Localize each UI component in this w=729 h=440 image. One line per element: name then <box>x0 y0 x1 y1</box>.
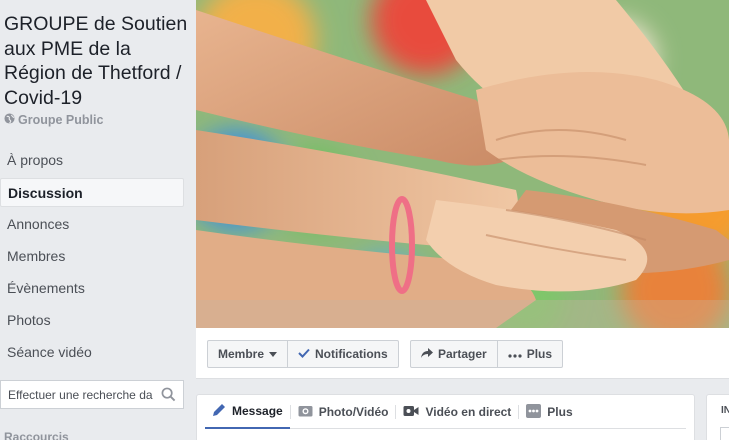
pencil-icon <box>212 403 226 420</box>
tab-live-video[interactable]: Vidéo en direct <box>396 395 518 429</box>
tab-more[interactable]: Plus <box>519 395 579 429</box>
membership-button-group: Membre Notifications <box>207 340 399 368</box>
globe-icon <box>4 113 15 127</box>
more-dots-icon <box>508 347 522 361</box>
shortcuts-heading: Raccourcis <box>4 430 69 440</box>
tab-message[interactable]: Message <box>205 395 290 429</box>
tab-photo-video-label: Photo/Vidéo <box>318 405 389 419</box>
camera-icon <box>298 404 313 420</box>
share-arrow-icon <box>421 347 433 361</box>
sidebar-item-video-session[interactable]: Séance vidéo <box>0 338 184 367</box>
group-title[interactable]: GROUPE de Soutien aux PME de la Région d… <box>4 12 192 110</box>
composer-tabs: Message Photo/Vidéo Vidéo en direct Plus <box>205 395 686 429</box>
right-panel-heading: IN <box>721 405 729 416</box>
group-action-bar: Membre Notifications Partager Plus <box>196 328 729 379</box>
share-button[interactable]: Partager <box>411 341 497 367</box>
sidebar-item-members[interactable]: Membres <box>0 242 184 271</box>
share-label: Partager <box>438 347 487 361</box>
sidebar-item-discussion[interactable]: Discussion <box>0 178 184 207</box>
cover-photo-image <box>196 0 729 328</box>
share-button-group: Partager Plus <box>410 340 564 368</box>
sidebar-item-announcements[interactable]: Annonces <box>0 210 184 239</box>
video-camera-icon <box>403 405 419 420</box>
caret-down-icon <box>269 347 278 361</box>
tab-photo-video[interactable]: Photo/Vidéo <box>291 395 396 429</box>
tab-more-label: Plus <box>547 405 573 419</box>
more-label: Plus <box>526 347 553 361</box>
sidebar-item-photos[interactable]: Photos <box>0 306 184 335</box>
member-label: Membre <box>218 347 265 361</box>
group-search-input[interactable] <box>1 381 153 408</box>
privacy-label: Groupe Public <box>18 113 104 127</box>
search-icon[interactable] <box>153 381 183 408</box>
sidebar-item-events[interactable]: Évènements <box>0 274 184 303</box>
cover-photo[interactable] <box>196 0 729 328</box>
notifications-button[interactable]: Notifications <box>287 341 398 367</box>
group-sidebar: GROUPE de Soutien aux PME de la Région d… <box>0 0 195 440</box>
tab-live-video-label: Vidéo en direct <box>425 405 512 419</box>
group-privacy: Groupe Public <box>4 113 103 127</box>
checkmark-icon <box>298 347 310 361</box>
notifications-label: Notifications <box>315 347 388 361</box>
post-composer: Message Photo/Vidéo Vidéo en direct Plus <box>196 394 695 440</box>
group-search <box>0 380 184 409</box>
sidebar-item-about[interactable]: À propos <box>0 146 184 175</box>
member-button[interactable]: Membre <box>208 341 287 367</box>
more-grid-icon <box>526 403 542 421</box>
right-panel-input[interactable] <box>720 427 729 440</box>
tab-message-label: Message <box>232 404 283 418</box>
right-side-panel: IN <box>706 394 729 440</box>
more-button[interactable]: Plus <box>496 341 562 367</box>
